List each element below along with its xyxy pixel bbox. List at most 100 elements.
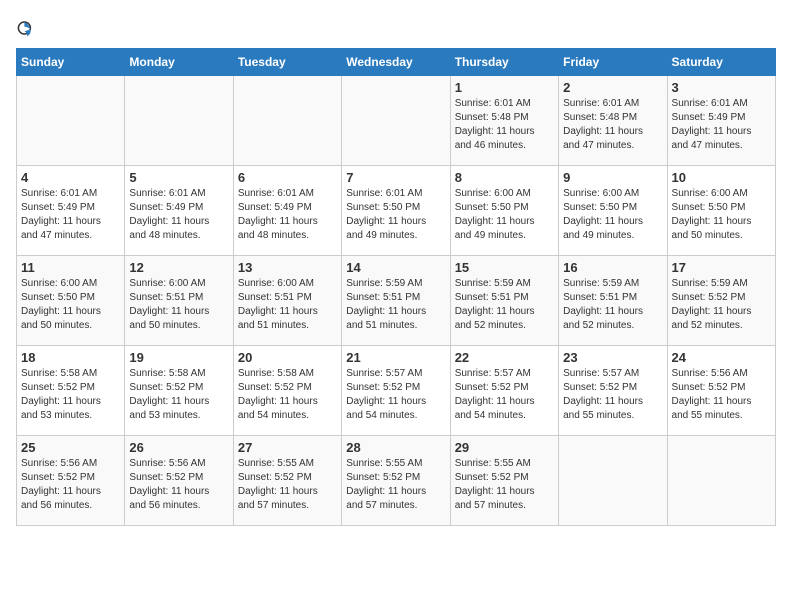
day-info: Sunrise: 5:56 AM Sunset: 5:52 PM Dayligh… <box>672 367 771 423</box>
day-cell: 8 Sunrise: 6:00 AM Sunset: 5:50 PM Daylig… <box>450 166 558 256</box>
column-header-thursday: Thursday <box>450 49 558 76</box>
day-number: 4 <box>21 170 120 185</box>
day-number: 2 <box>563 80 662 95</box>
day-number: 15 <box>455 260 554 275</box>
day-cell: 29 Sunrise: 5:55 AM Sunset: 5:52 PM Dayli… <box>450 436 558 526</box>
day-info: Sunrise: 6:00 AM Sunset: 5:50 PM Dayligh… <box>21 277 120 333</box>
day-number: 22 <box>455 350 554 365</box>
day-number: 12 <box>129 260 228 275</box>
day-info: Sunrise: 6:00 AM Sunset: 5:51 PM Dayligh… <box>129 277 228 333</box>
day-cell: 13 Sunrise: 6:00 AM Sunset: 5:51 PM Dayli… <box>233 256 341 346</box>
day-info: Sunrise: 5:59 AM Sunset: 5:51 PM Dayligh… <box>455 277 554 333</box>
day-info: Sunrise: 5:57 AM Sunset: 5:52 PM Dayligh… <box>563 367 662 423</box>
day-info: Sunrise: 6:01 AM Sunset: 5:49 PM Dayligh… <box>672 97 771 153</box>
day-cell: 11 Sunrise: 6:00 AM Sunset: 5:50 PM Dayli… <box>17 256 125 346</box>
day-number: 19 <box>129 350 228 365</box>
day-info: Sunrise: 6:01 AM Sunset: 5:48 PM Dayligh… <box>455 97 554 153</box>
day-number: 3 <box>672 80 771 95</box>
day-info: Sunrise: 5:57 AM Sunset: 5:52 PM Dayligh… <box>346 367 445 423</box>
day-cell: 24 Sunrise: 5:56 AM Sunset: 5:52 PM Dayli… <box>667 346 775 436</box>
day-info: Sunrise: 5:58 AM Sunset: 5:52 PM Dayligh… <box>129 367 228 423</box>
day-cell <box>667 436 775 526</box>
day-info: Sunrise: 6:01 AM Sunset: 5:48 PM Dayligh… <box>563 97 662 153</box>
week-row-5: 25 Sunrise: 5:56 AM Sunset: 5:52 PM Dayli… <box>17 436 776 526</box>
week-row-1: 1 Sunrise: 6:01 AM Sunset: 5:48 PM Daylig… <box>17 76 776 166</box>
column-header-tuesday: Tuesday <box>233 49 341 76</box>
day-info: Sunrise: 6:01 AM Sunset: 5:49 PM Dayligh… <box>129 187 228 243</box>
day-info: Sunrise: 5:58 AM Sunset: 5:52 PM Dayligh… <box>21 367 120 423</box>
day-number: 21 <box>346 350 445 365</box>
day-number: 27 <box>238 440 337 455</box>
day-number: 29 <box>455 440 554 455</box>
header-row: SundayMondayTuesdayWednesdayThursdayFrid… <box>17 49 776 76</box>
day-cell <box>17 76 125 166</box>
day-number: 1 <box>455 80 554 95</box>
day-cell: 6 Sunrise: 6:01 AM Sunset: 5:49 PM Daylig… <box>233 166 341 256</box>
day-number: 18 <box>21 350 120 365</box>
day-info: Sunrise: 6:01 AM Sunset: 5:49 PM Dayligh… <box>238 187 337 243</box>
column-header-saturday: Saturday <box>667 49 775 76</box>
day-info: Sunrise: 5:55 AM Sunset: 5:52 PM Dayligh… <box>455 457 554 513</box>
day-number: 14 <box>346 260 445 275</box>
day-info: Sunrise: 5:59 AM Sunset: 5:51 PM Dayligh… <box>346 277 445 333</box>
day-cell: 4 Sunrise: 6:01 AM Sunset: 5:49 PM Daylig… <box>17 166 125 256</box>
day-number: 17 <box>672 260 771 275</box>
day-info: Sunrise: 6:00 AM Sunset: 5:50 PM Dayligh… <box>672 187 771 243</box>
day-number: 13 <box>238 260 337 275</box>
day-cell: 2 Sunrise: 6:01 AM Sunset: 5:48 PM Daylig… <box>559 76 667 166</box>
day-number: 25 <box>21 440 120 455</box>
day-number: 20 <box>238 350 337 365</box>
day-cell: 1 Sunrise: 6:01 AM Sunset: 5:48 PM Daylig… <box>450 76 558 166</box>
day-cell <box>233 76 341 166</box>
day-cell: 10 Sunrise: 6:00 AM Sunset: 5:50 PM Dayli… <box>667 166 775 256</box>
day-info: Sunrise: 5:58 AM Sunset: 5:52 PM Dayligh… <box>238 367 337 423</box>
logo <box>16 16 44 40</box>
day-cell <box>559 436 667 526</box>
day-cell: 3 Sunrise: 6:01 AM Sunset: 5:49 PM Daylig… <box>667 76 775 166</box>
day-number: 24 <box>672 350 771 365</box>
week-row-2: 4 Sunrise: 6:01 AM Sunset: 5:49 PM Daylig… <box>17 166 776 256</box>
day-cell: 15 Sunrise: 5:59 AM Sunset: 5:51 PM Dayli… <box>450 256 558 346</box>
day-info: Sunrise: 5:59 AM Sunset: 5:52 PM Dayligh… <box>672 277 771 333</box>
day-cell: 12 Sunrise: 6:00 AM Sunset: 5:51 PM Dayli… <box>125 256 233 346</box>
day-number: 7 <box>346 170 445 185</box>
day-info: Sunrise: 5:59 AM Sunset: 5:51 PM Dayligh… <box>563 277 662 333</box>
day-info: Sunrise: 5:56 AM Sunset: 5:52 PM Dayligh… <box>129 457 228 513</box>
column-header-wednesday: Wednesday <box>342 49 450 76</box>
column-header-sunday: Sunday <box>17 49 125 76</box>
week-row-3: 11 Sunrise: 6:00 AM Sunset: 5:50 PM Dayli… <box>17 256 776 346</box>
day-cell: 19 Sunrise: 5:58 AM Sunset: 5:52 PM Dayli… <box>125 346 233 436</box>
day-info: Sunrise: 5:55 AM Sunset: 5:52 PM Dayligh… <box>346 457 445 513</box>
calendar-table: SundayMondayTuesdayWednesdayThursdayFrid… <box>16 48 776 526</box>
day-number: 8 <box>455 170 554 185</box>
day-cell: 25 Sunrise: 5:56 AM Sunset: 5:52 PM Dayli… <box>17 436 125 526</box>
day-cell: 16Sunrise: 5:59 AM Sunset: 5:51 PM Dayli… <box>559 256 667 346</box>
day-number: 28 <box>346 440 445 455</box>
day-number: 10 <box>672 170 771 185</box>
day-cell: 14 Sunrise: 5:59 AM Sunset: 5:51 PM Dayli… <box>342 256 450 346</box>
day-cell: 7 Sunrise: 6:01 AM Sunset: 5:50 PM Daylig… <box>342 166 450 256</box>
day-cell <box>342 76 450 166</box>
day-number: 6 <box>238 170 337 185</box>
header <box>16 16 776 40</box>
day-cell: 23Sunrise: 5:57 AM Sunset: 5:52 PM Dayli… <box>559 346 667 436</box>
day-cell: 28 Sunrise: 5:55 AM Sunset: 5:52 PM Dayli… <box>342 436 450 526</box>
day-info: Sunrise: 5:56 AM Sunset: 5:52 PM Dayligh… <box>21 457 120 513</box>
week-row-4: 18 Sunrise: 5:58 AM Sunset: 5:52 PM Dayli… <box>17 346 776 436</box>
day-info: Sunrise: 6:01 AM Sunset: 5:50 PM Dayligh… <box>346 187 445 243</box>
day-cell: 17 Sunrise: 5:59 AM Sunset: 5:52 PM Dayli… <box>667 256 775 346</box>
day-info: Sunrise: 6:00 AM Sunset: 5:50 PM Dayligh… <box>563 187 662 243</box>
day-cell: 27Sunrise: 5:55 AM Sunset: 5:52 PM Dayli… <box>233 436 341 526</box>
day-cell: 21 Sunrise: 5:57 AM Sunset: 5:52 PM Dayli… <box>342 346 450 436</box>
column-header-monday: Monday <box>125 49 233 76</box>
day-cell: 9 Sunrise: 6:00 AM Sunset: 5:50 PM Daylig… <box>559 166 667 256</box>
day-info: Sunrise: 6:00 AM Sunset: 5:51 PM Dayligh… <box>238 277 337 333</box>
day-info: Sunrise: 6:00 AM Sunset: 5:50 PM Dayligh… <box>455 187 554 243</box>
column-header-friday: Friday <box>559 49 667 76</box>
logo-icon <box>16 16 40 40</box>
day-number: 11 <box>21 260 120 275</box>
day-number: 9 <box>563 170 662 185</box>
day-cell: 5Sunrise: 6:01 AM Sunset: 5:49 PM Daylig… <box>125 166 233 256</box>
day-info: Sunrise: 6:01 AM Sunset: 5:49 PM Dayligh… <box>21 187 120 243</box>
day-cell: 26Sunrise: 5:56 AM Sunset: 5:52 PM Dayli… <box>125 436 233 526</box>
